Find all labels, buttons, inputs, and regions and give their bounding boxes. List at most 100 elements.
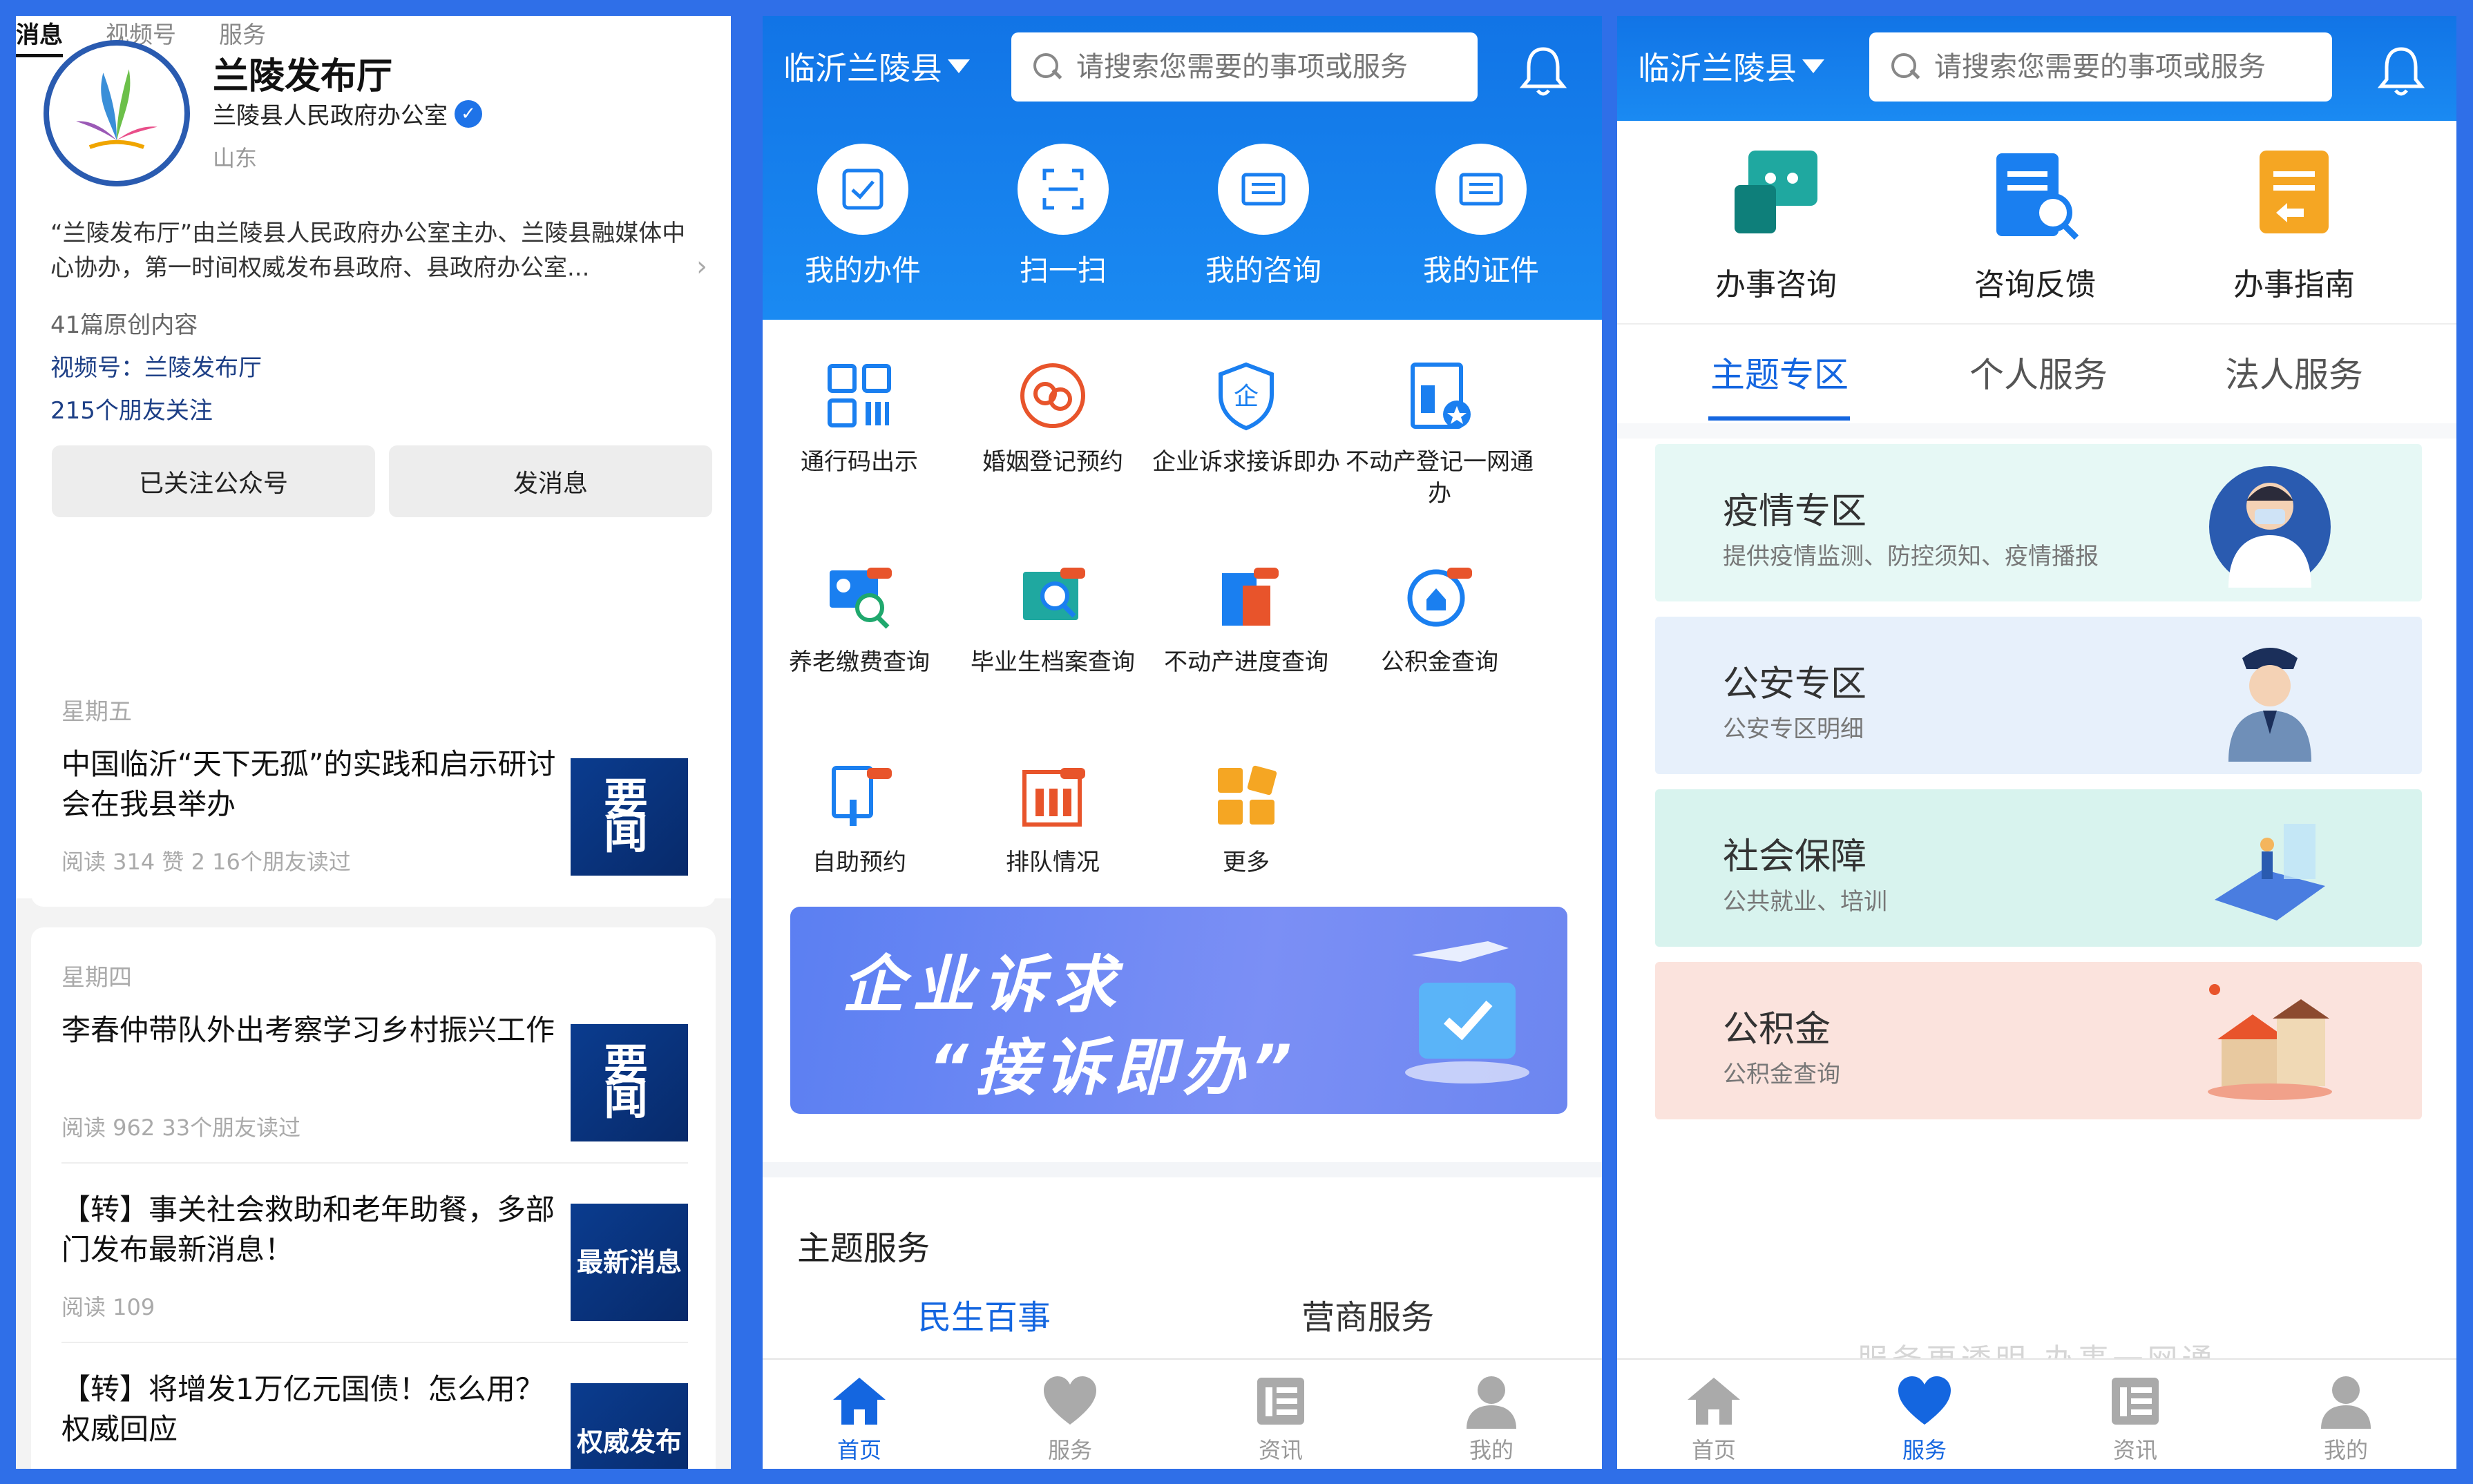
grid-label: 毕业生档案查询 [971,648,1135,676]
nav-label: 首页 [1691,1437,1736,1463]
nav-label: 服务 [1047,1437,1092,1463]
zone-desc: 公安专区明细 [1723,715,1864,743]
nav-news[interactable]: 资讯 [2083,1372,2187,1465]
svg-text:企: 企 [1234,383,1259,411]
grid-label: 公积金查询 [1381,648,1498,676]
send-message-button[interactable]: 发消息 [389,445,712,517]
quick-scan[interactable]: 扫一扫 [991,144,1136,289]
article-thumbnail[interactable]: 权威发布 [571,1383,688,1469]
grid-marriage[interactable]: 婚姻登记预约 [956,358,1149,478]
nav-label: 服务 [1902,1437,1947,1463]
video-account-link[interactable]: 视频号：兰陵发布厅 [50,349,262,383]
training-icon [2215,824,2325,921]
tab-messages[interactable]: 消息 [16,16,63,57]
service-consult[interactable]: 办事咨询 [1672,144,1880,304]
bell-icon[interactable] [2377,44,2425,99]
zone-public-security[interactable]: 公安专区 公安专区明细 [1655,617,2422,774]
home-header: 临沂兰陵县 我的办件 扫一扫 我的咨询 我的证件 [763,16,1602,320]
section-title: 主题服务 [797,1229,930,1268]
zone-epidemic[interactable]: 疫情专区 提供疫情监测、防控须知、疫情播报 [1655,444,2422,601]
wechat-account-panel: 兰陵发布厅 兰陵县人民政府办公室 ✓ 山东 “兰陵发布厅”由兰陵县人民政府办公室… [16,16,731,1469]
quick-my-certs[interactable]: 我的证件 [1409,144,1554,289]
grid-housing-fund[interactable]: 公积金查询 [1343,558,1536,678]
grid-more[interactable]: 更多 [1149,758,1343,878]
tab-theme-zone[interactable]: 主题专区 [1710,347,1849,397]
nav-label: 我的 [1469,1437,1514,1463]
account-description[interactable]: “兰陵发布厅”由兰陵县人民政府办公室主办、兰陵县融媒体中心协办，第一时间权威发布… [50,216,707,285]
chat-icon [1735,151,1817,233]
nav-home[interactable]: 首页 [808,1372,911,1465]
nav-services[interactable]: 服务 [1873,1372,1976,1465]
tab-corporate[interactable]: 法人服务 [2225,347,2363,397]
article-title[interactable]: 【转】事关社会救助和老年助餐，多部门发布最新消息！ [61,1190,559,1270]
marriage-icon [1020,363,1085,428]
nav-profile[interactable]: 我的 [2294,1372,2398,1465]
grid-property-progress[interactable]: 不动产进度查询 [1149,558,1343,678]
self-service-icon [832,766,892,826]
grid-graduate-archive[interactable]: 毕业生档案查询 [956,558,1149,678]
zone-social-security[interactable]: 社会保障 公共就业、培训 [1655,789,2422,947]
section-divider [1617,423,2456,439]
more-grid-icon [1218,765,1277,825]
service-guide[interactable]: 办事指南 [2190,144,2398,304]
grid-queue-status[interactable]: 排队情况 [956,758,1149,878]
grid-label: 婚姻登记预约 [982,448,1123,476]
article-title[interactable]: 李春仲带队外出考察学习乡村振兴工作 [61,1010,559,1050]
certificate-icon [1459,173,1503,206]
article-thumbnail[interactable]: 最新消息 [571,1204,688,1321]
quick-my-consult[interactable]: 我的咨询 [1191,144,1336,289]
grid-pension[interactable]: 养老缴费查询 [763,558,956,678]
article-title[interactable]: 中国临沂“天下无孤”的实践和启示研讨会在我县举办 [61,744,559,825]
grid-property-reg[interactable]: 不动产登记一网通办 [1343,358,1536,510]
article-thumbnail[interactable]: 要 闻 [571,758,688,876]
nav-news[interactable]: 资讯 [1229,1372,1333,1465]
friends-follow[interactable]: 215个朋友关注 [50,392,213,425]
gov-service-home: 临沂兰陵县 我的办件 扫一扫 我的咨询 我的证件 通行码出示 [763,16,1602,1469]
tab-personal[interactable]: 个人服务 [1969,347,2108,397]
zone-title: 社会保障 [1723,836,1867,878]
archive-search-icon [1023,568,1085,620]
check-shield-icon [1405,941,1529,1083]
grid-pass-code[interactable]: 通行码出示 [763,358,956,478]
search-input[interactable] [1076,51,1463,83]
day-label: 星期四 [61,964,132,992]
news-icon [1257,1378,1304,1425]
fund-icon [1407,568,1472,627]
house-icon [2208,984,2332,1100]
chevron-right-icon[interactable]: › [696,251,707,282]
service-feedback[interactable]: 咨询反馈 [1931,144,2139,304]
divider [61,1342,688,1343]
followed-button[interactable]: 已关注公众号 [52,445,375,517]
scan-icon [1042,168,1084,210]
zone-title: 公积金 [1723,1009,1831,1050]
search-bar[interactable] [1011,32,1478,102]
subtab-livelihood[interactable]: 民生百事 [918,1290,1051,1338]
promo-banner[interactable]: 企业诉求 “接诉即办” [790,907,1567,1114]
zone-housing-fund[interactable]: 公积金 公积金查询 [1655,962,2422,1119]
nav-profile[interactable]: 我的 [1440,1372,1543,1465]
divider [61,1162,688,1164]
quick-my-cases[interactable]: 我的办件 [790,144,935,289]
search-bar[interactable] [1869,32,2332,102]
article-thumbnail[interactable]: 要 闻 [571,1024,688,1141]
grid-self-booking[interactable]: 自助预约 [763,758,956,878]
city-label: 临沂兰陵县 [783,50,942,87]
dropdown-icon [948,59,970,73]
original-count[interactable]: 41篇原创内容 [50,306,198,340]
nav-services[interactable]: 服务 [1018,1372,1122,1465]
city-selector[interactable]: 临沂兰陵县 [783,44,970,89]
message-group-thursday: 星期四 李春仲带队外出考察学习乡村振兴工作 阅读 962 33个朋友读过 要 闻… [31,927,716,1469]
grid-enterprise-appeal[interactable]: 企 企业诉求接诉即办 [1149,358,1343,478]
article-meta: 阅读 314 赞 2 16个朋友读过 [61,849,351,875]
grid-label: 自助预约 [812,849,906,876]
city-selector[interactable]: 临沂兰陵县 [1638,44,1824,89]
bell-icon[interactable] [1519,44,1567,99]
message-group-friday: 星期五 中国临沂“天下无孤”的实践和启示研讨会在我县举办 阅读 314 赞 2 … [31,662,716,907]
subtab-business[interactable]: 营商服务 [1301,1290,1434,1338]
article-title[interactable]: 【转】将增发1万亿元国债！怎么用？权威回应 [61,1369,559,1449]
nav-home[interactable]: 首页 [1662,1372,1766,1465]
property-icon [1411,363,1471,429]
search-input[interactable] [1934,51,2321,83]
service-label: 办事指南 [2233,267,2355,302]
account-logo[interactable] [44,40,190,186]
